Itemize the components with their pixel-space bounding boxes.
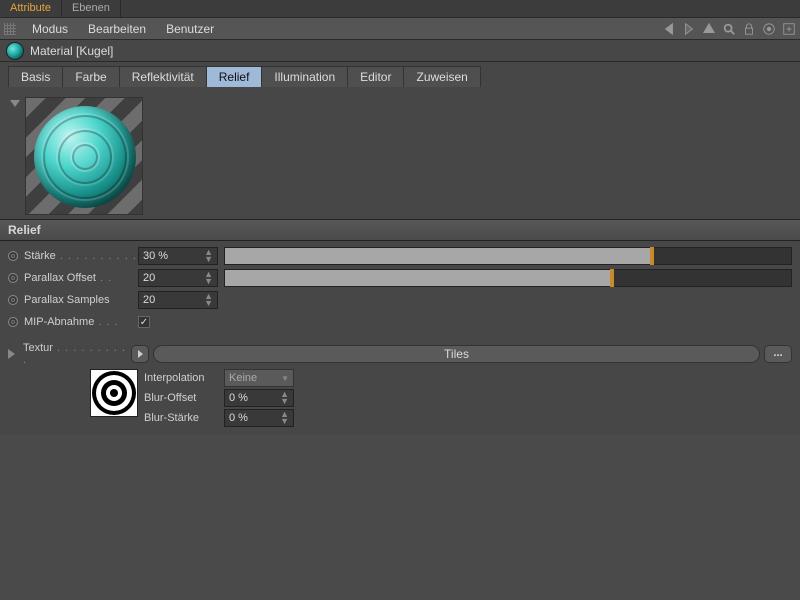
- parallax-offset-slider[interactable]: [224, 269, 792, 287]
- material-header: Material [Kugel]: [0, 40, 800, 62]
- textur-popup-button[interactable]: [131, 345, 149, 363]
- menu-bearbeiten[interactable]: Bearbeiten: [78, 22, 156, 36]
- blur-staerke-label: Blur-Stärke: [144, 412, 220, 424]
- param-parallax-samples: Parallax Samples 20 ▲▼: [8, 289, 792, 311]
- tab-reflektivitaet[interactable]: Reflektivität: [119, 66, 207, 87]
- blur-staerke-value: 0 %: [229, 412, 248, 424]
- relief-params: Stärke . . . . . . . . . . . 30 % ▲▼ Par…: [0, 241, 800, 339]
- param-mip-abnahme: MIP-Abnahme . . . ✓: [8, 311, 792, 333]
- stepper-icon[interactable]: ▲▼: [280, 411, 289, 425]
- anim-dot-icon[interactable]: [8, 317, 18, 327]
- material-title: Material [Kugel]: [30, 44, 113, 58]
- interpolation-value: Keine: [229, 372, 257, 384]
- nav-fwd-icon[interactable]: [682, 22, 696, 36]
- parallax-samples-input[interactable]: 20 ▲▼: [138, 291, 218, 309]
- param-staerke: Stärke . . . . . . . . . . . 30 % ▲▼: [8, 245, 792, 267]
- expand-textur-icon[interactable]: [8, 349, 15, 359]
- mip-label: MIP-Abnahme: [24, 316, 94, 328]
- parallax-offset-input[interactable]: 20 ▲▼: [138, 269, 218, 287]
- material-preview[interactable]: [25, 97, 143, 215]
- interpolation-select[interactable]: Keine ▼: [224, 369, 294, 387]
- row-interpolation: Interpolation Keine ▼: [144, 369, 294, 387]
- tab-basis[interactable]: Basis: [8, 66, 63, 87]
- nav-back-icon[interactable]: [662, 22, 676, 36]
- blur-staerke-input[interactable]: 0 % ▲▼: [224, 409, 294, 427]
- stepper-icon[interactable]: ▲▼: [204, 249, 213, 263]
- blur-offset-label: Blur-Offset: [144, 392, 220, 404]
- row-blur-offset: Blur-Offset 0 % ▲▼: [144, 389, 294, 407]
- tab-relief[interactable]: Relief: [206, 66, 263, 87]
- anim-dot-icon[interactable]: [8, 273, 18, 283]
- preview-sphere-icon: [34, 106, 136, 208]
- interpolation-label: Interpolation: [144, 372, 220, 384]
- tab-attribute[interactable]: Attribute: [0, 0, 62, 17]
- anim-dot-icon[interactable]: [8, 251, 18, 261]
- chevron-down-icon: ▼: [281, 374, 289, 383]
- tab-illumination[interactable]: Illumination: [261, 66, 348, 87]
- staerke-slider[interactable]: [224, 247, 792, 265]
- tab-zuweisen[interactable]: Zuweisen: [403, 66, 480, 87]
- staerke-input[interactable]: 30 % ▲▼: [138, 247, 218, 265]
- attribute-toolbar: Modus Bearbeiten Benutzer: [0, 18, 800, 40]
- tab-ebenen[interactable]: Ebenen: [62, 0, 121, 17]
- textur-row: Textur . . . . . . . . . . Tiles ...: [8, 343, 792, 365]
- parallax-samples-value: 20: [143, 294, 155, 306]
- target-icon[interactable]: [762, 22, 776, 36]
- grip-icon: [4, 23, 16, 35]
- menu-modus[interactable]: Modus: [22, 22, 78, 36]
- blur-offset-value: 0 %: [229, 392, 248, 404]
- menu-benutzer[interactable]: Benutzer: [156, 22, 224, 36]
- search-icon[interactable]: [722, 22, 736, 36]
- section-relief-header: Relief: [0, 219, 800, 241]
- channel-tab-bar: Basis Farbe Reflektivität Relief Illumin…: [0, 62, 800, 89]
- nav-up-icon[interactable]: [702, 22, 716, 36]
- parallax-offset-label: Parallax Offset: [24, 272, 96, 284]
- blur-offset-input[interactable]: 0 % ▲▼: [224, 389, 294, 407]
- tab-editor[interactable]: Editor: [347, 66, 404, 87]
- row-blur-staerke: Blur-Stärke 0 % ▲▼: [144, 409, 294, 427]
- tab-farbe[interactable]: Farbe: [62, 66, 119, 87]
- staerke-label: Stärke: [24, 250, 56, 262]
- new-window-icon[interactable]: [782, 22, 796, 36]
- parallax-offset-value: 20: [143, 272, 155, 284]
- textur-thumbnail[interactable]: [90, 369, 138, 417]
- parallax-samples-label: Parallax Samples: [24, 294, 110, 306]
- textur-name-field[interactable]: Tiles: [153, 345, 760, 363]
- anim-dot-icon[interactable]: [8, 295, 18, 305]
- preview-area: [0, 89, 800, 219]
- staerke-value: 30 %: [143, 250, 168, 262]
- textur-block: Textur . . . . . . . . . . Tiles ... Int…: [0, 339, 800, 435]
- param-parallax-offset: Parallax Offset . . 20 ▲▼: [8, 267, 792, 289]
- arrow-right-icon: [138, 350, 143, 358]
- textur-label: Textur: [23, 342, 53, 354]
- collapse-preview-icon[interactable]: [10, 100, 20, 107]
- stepper-icon[interactable]: ▲▼: [204, 271, 213, 285]
- stepper-icon[interactable]: ▲▼: [204, 293, 213, 307]
- material-swatch-icon: [6, 42, 24, 60]
- mip-checkbox[interactable]: ✓: [138, 316, 150, 328]
- lock-icon[interactable]: [742, 22, 756, 36]
- stepper-icon[interactable]: ▲▼: [280, 391, 289, 405]
- manager-tab-bar: Attribute Ebenen: [0, 0, 800, 18]
- textur-browse-button[interactable]: ...: [764, 345, 792, 363]
